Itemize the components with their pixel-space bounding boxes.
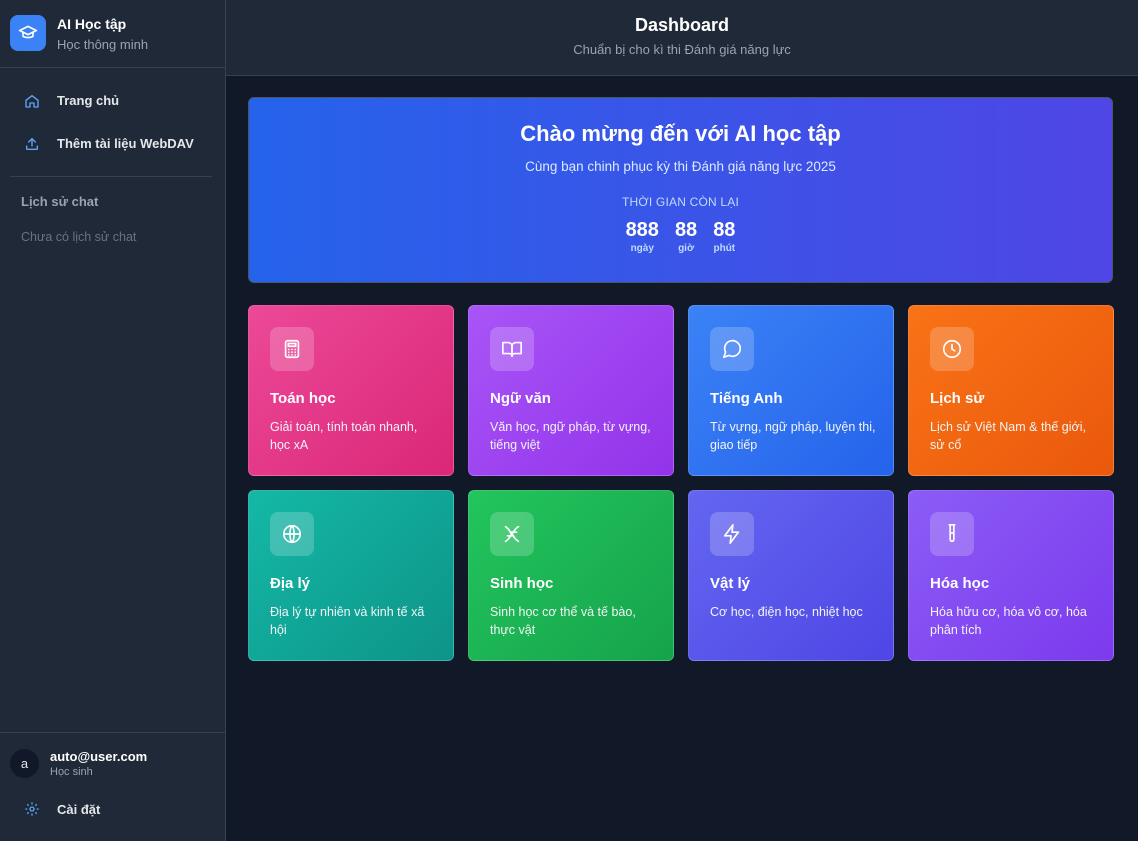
subject-title: Toán học <box>270 390 336 407</box>
brand-subtitle: Học thông minh <box>57 37 149 52</box>
subject-card-geography[interactable]: Địa lý Địa lý tự nhiên và kinh tế xã hội <box>248 490 454 661</box>
sidebar: AI Học tập Học thông minh Trang chủ Thêm… <box>0 0 226 841</box>
subject-desc: Giải toán, tính toán nhanh, học xA <box>270 420 418 452</box>
sidebar-item-home[interactable]: Trang chủ <box>10 84 212 118</box>
countdown-unit: ngày <box>630 243 654 254</box>
subject-card-physics[interactable]: Vật lý Cơ học, điện học, nhiệt học <box>688 490 894 661</box>
book-icon <box>490 327 534 371</box>
user-role: Học sinh <box>50 766 93 778</box>
chat-history-empty: Chưa có lịch sử chat <box>21 230 137 244</box>
subject-desc: Từ vựng, ngữ pháp, luyện thi, giao tiếp <box>710 420 876 452</box>
page-title: Dashboard <box>634 15 730 35</box>
subject-card-chemistry[interactable]: Hóa học Hóa hữu cơ, hóa vô cơ, hóa phân … <box>908 490 1114 661</box>
dna-icon <box>490 512 534 556</box>
subject-card-english[interactable]: Tiếng Anh Từ vựng, ngữ pháp, luyện thi, … <box>688 305 894 476</box>
subject-desc: Hóa hữu cơ, hóa vô cơ, hóa phân tích <box>930 605 1087 637</box>
subject-desc: Sinh học cơ thể và tế bào, thực vật <box>490 605 636 637</box>
subject-title: Vật lý <box>710 575 751 592</box>
subject-desc: Văn học, ngữ pháp, từ vựng, tiếng việt <box>490 420 651 452</box>
countdown-value: 888 <box>625 219 659 241</box>
page-subtitle: Chuẩn bị cho kì thi Đánh giá năng lực <box>573 42 791 57</box>
chat-bubble-icon <box>710 327 754 371</box>
subject-card-literature[interactable]: Ngữ văn Văn học, ngữ pháp, từ vựng, tiến… <box>468 305 674 476</box>
subject-title: Sinh học <box>490 575 554 592</box>
subject-card-history[interactable]: Lịch sử Lịch sử Việt Nam & thế giới, sử … <box>908 305 1114 476</box>
lightning-icon <box>710 512 754 556</box>
subject-desc: Lịch sử Việt Nam & thế giới, sử cổ <box>930 420 1086 452</box>
settings-button[interactable]: Cài đặt <box>10 793 212 825</box>
upload-icon <box>26 138 38 150</box>
welcome-banner: Chào mừng đến với AI học tập Cùng bạn ch… <box>248 97 1113 283</box>
brand[interactable]: AI Học tập Học thông minh <box>0 0 225 68</box>
sidebar-footer-divider <box>0 732 225 733</box>
subject-desc: Địa lý tự nhiên và kinh tế xã hội <box>270 605 425 637</box>
sidebar-item-label: Thêm tài liệu WebDAV <box>57 136 194 151</box>
countdown-value: 88 <box>713 219 736 241</box>
subject-card-biology[interactable]: Sinh học Sinh học cơ thể và tế bào, thực… <box>468 490 674 661</box>
welcome-subtitle: Cùng bạn chinh phục kỳ thi Đánh giá năng… <box>525 159 836 174</box>
sidebar-item-webdav[interactable]: Thêm tài liệu WebDAV <box>10 127 212 161</box>
user-email: auto@user.com <box>50 749 148 764</box>
brand-title: AI Học tập <box>57 16 127 32</box>
countdown-value: 88 <box>674 219 698 241</box>
page-header: Dashboard Chuẩn bị cho kì thi Đánh giá n… <box>226 0 1138 76</box>
countdown-days: 888 ngày <box>626 218 659 256</box>
avatar[interactable]: a <box>10 749 39 778</box>
countdown: 888 ngày 88 giờ 88 phút <box>249 218 1112 256</box>
clock-icon <box>930 327 974 371</box>
subject-desc: Cơ học, điện học, nhiệt học <box>710 605 863 619</box>
test-tube-icon <box>930 512 974 556</box>
countdown-label: THỜI GIAN CÒN LẠI <box>621 195 740 209</box>
settings-label: Cài đặt <box>57 802 101 817</box>
countdown-minutes: 88 phút <box>713 218 735 256</box>
chat-history-title: Lịch sử chat <box>21 194 99 209</box>
calculator-icon <box>270 327 314 371</box>
sidebar-item-label: Trang chủ <box>57 93 120 108</box>
subject-title: Lịch sử <box>930 390 985 407</box>
countdown-unit: phút <box>713 243 736 254</box>
sidebar-divider <box>10 176 212 177</box>
globe-icon <box>270 512 314 556</box>
home-icon <box>25 95 39 108</box>
countdown-unit: giờ <box>678 243 695 254</box>
graduation-cap-icon <box>10 15 46 51</box>
subject-title: Địa lý <box>270 575 311 592</box>
welcome-title: Chào mừng đến với AI học tập <box>520 121 841 146</box>
subject-title: Ngữ văn <box>490 390 551 407</box>
subject-title: Hóa học <box>930 575 990 592</box>
countdown-hours: 88 giờ <box>675 218 697 256</box>
subject-title: Tiếng Anh <box>710 390 783 407</box>
subject-card-math[interactable]: Toán học Giải toán, tính toán nhanh, học… <box>248 305 454 476</box>
gear-icon <box>25 802 39 816</box>
